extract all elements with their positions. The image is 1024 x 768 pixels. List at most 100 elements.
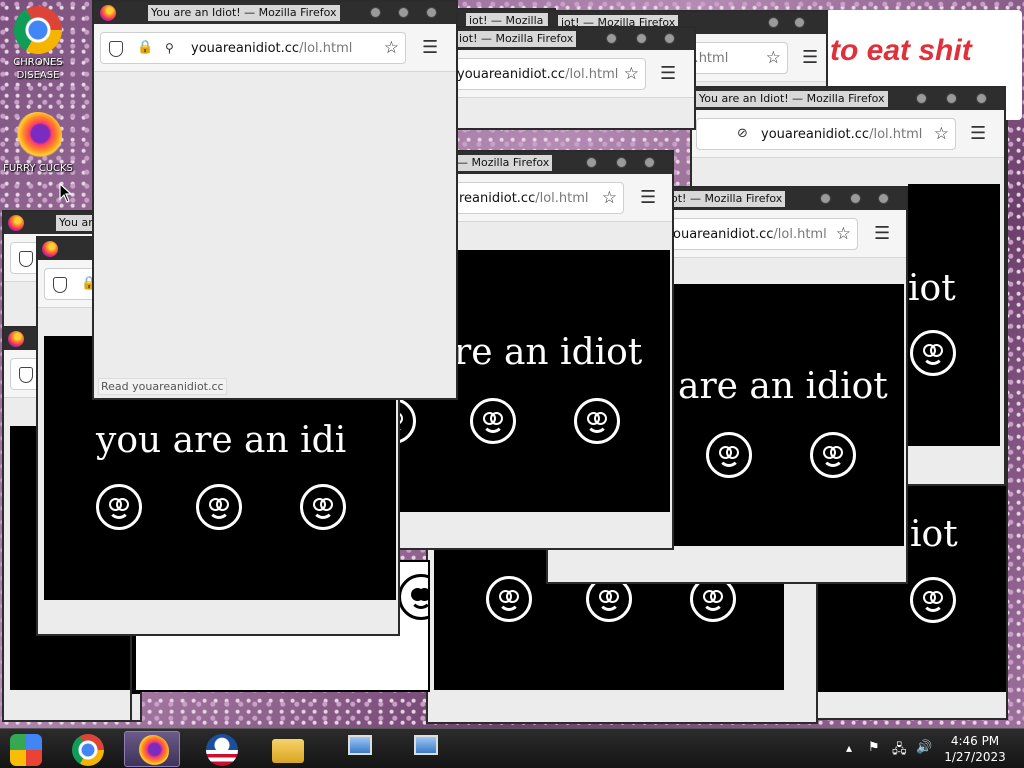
shield-icon[interactable]: [19, 251, 33, 267]
taskbar-start-button[interactable]: [0, 731, 56, 767]
maximize-button[interactable]: [794, 17, 805, 28]
tray-overflow-chevron-icon[interactable]: ▴: [846, 741, 852, 768]
taskbar-app-obama[interactable]: [194, 731, 250, 767]
hamburger-menu-icon[interactable]: ☰: [422, 37, 438, 58]
bookmark-star-icon[interactable]: ☆: [384, 38, 399, 58]
close-button[interactable]: [878, 193, 889, 204]
clock-date: 1/27/2023: [944, 750, 1006, 764]
taskbar-network-setup[interactable]: [330, 731, 386, 767]
volume-icon[interactable]: 🔊: [916, 740, 932, 768]
maximize-button[interactable]: [616, 157, 627, 168]
hamburger-menu-icon[interactable]: ☰: [874, 223, 890, 244]
smiley-icon: [470, 398, 516, 444]
smiley-icon: [96, 484, 142, 530]
close-button[interactable]: [664, 33, 675, 44]
network-icon[interactable]: 🖧: [892, 740, 907, 768]
tracking-protection-icon[interactable]: ⊘: [737, 126, 753, 142]
hamburger-menu-icon[interactable]: ☰: [640, 187, 656, 208]
bookmark-star-icon[interactable]: ☆: [766, 48, 781, 68]
taskbar-firefox[interactable]: [124, 731, 180, 767]
desktop: CHRONES DISEASE FURRY CUCKS to eat shit …: [0, 0, 1024, 728]
page-message: re an idiot: [454, 332, 643, 373]
network-setup-icon: [348, 735, 372, 755]
close-button[interactable]: [426, 7, 437, 18]
minimize-button[interactable]: [820, 193, 831, 204]
clock[interactable]: 4:46 PM 1/27/2023: [940, 733, 1010, 765]
minimize-button[interactable]: [916, 93, 927, 104]
chrome-os-icon: [10, 734, 42, 766]
url-path: /lol.html: [535, 191, 589, 206]
desktop-icon-chrome[interactable]: CHRONES DISEASE: [0, 6, 76, 82]
window-title: You ar: [56, 215, 96, 231]
url-host: youareanidiot.cc: [761, 127, 870, 142]
smiley-icon: [398, 574, 428, 620]
maximize-button[interactable]: [398, 7, 409, 18]
bookmark-star-icon[interactable]: ☆: [624, 64, 639, 84]
url-path: /lol.html: [773, 227, 827, 242]
desktop-icon-firefox[interactable]: FURRY CUCKS: [0, 112, 76, 175]
window-title: — Mozilla Firefox: [454, 155, 553, 171]
obama-logo-icon: [206, 734, 238, 766]
taskbar-chrome[interactable]: [60, 731, 116, 767]
page-message: are an idiot: [678, 366, 888, 407]
mouse-cursor-icon: [59, 183, 73, 203]
url-host: youareanidiot.cc: [457, 67, 566, 82]
clock-time: 4:46 PM: [950, 734, 1000, 748]
firefox-icon: [137, 735, 169, 767]
action-center-flag-icon[interactable]: ⚑: [868, 740, 880, 768]
bookmark-star-icon[interactable]: ☆: [836, 224, 851, 244]
shield-icon[interactable]: [53, 277, 67, 293]
chrome-icon: [14, 6, 62, 54]
hamburger-menu-icon[interactable]: ☰: [660, 63, 676, 84]
maximize-button[interactable]: [946, 93, 957, 104]
maximize-button[interactable]: [636, 33, 647, 44]
close-button[interactable]: [976, 93, 987, 104]
network-setup-icon: [414, 735, 438, 755]
bookmark-star-icon[interactable]: ☆: [602, 188, 617, 208]
file-explorer-icon: [272, 739, 304, 763]
firefox-icon: [42, 241, 58, 257]
smiley-icon: [196, 484, 242, 530]
page-message: you are an idi: [96, 420, 347, 461]
smiley-icon: [300, 484, 346, 530]
minimize-button[interactable]: [586, 157, 597, 168]
status-bar: Read youareanidiot.cc: [98, 378, 227, 395]
page-content: Read youareanidiot.cc: [94, 72, 456, 398]
window-title: You are an Idiot! — Mozilla Firefox: [696, 91, 888, 107]
minimize-button[interactable]: [768, 17, 779, 28]
browser-window[interactable]: iot! — Mozilla Firefox youareanidiot.cc/…: [430, 26, 696, 130]
window-title: ot! — Mozilla Firefox: [668, 191, 786, 207]
desktop-icon-label: FURRY CUCKS: [3, 163, 73, 174]
shield-icon[interactable]: [109, 41, 123, 57]
taskbar-network-setup[interactable]: [396, 731, 452, 767]
firefox-icon: [14, 112, 62, 160]
url-host: reanidiot.cc: [459, 191, 536, 206]
taskbar-file-explorer[interactable]: [260, 731, 316, 767]
minimize-button[interactable]: [606, 33, 617, 44]
bookmark-star-icon[interactable]: ☆: [934, 124, 949, 144]
firefox-icon: [8, 331, 24, 347]
smiley-icon: [706, 432, 752, 478]
shield-icon[interactable]: [19, 367, 33, 383]
minimize-button[interactable]: [370, 7, 381, 18]
permissions-icon[interactable]: 🔒: [137, 40, 153, 56]
window-title: iot! — Mozilla Firefox: [456, 31, 577, 47]
window-title: You are an Idiot! — Mozilla Firefox: [148, 5, 340, 21]
close-button[interactable]: [644, 157, 655, 168]
page-message: iot: [908, 268, 956, 309]
browser-window-front[interactable]: You are an Idiot! — Mozilla Firefox 🔒 ⚲ …: [92, 0, 458, 400]
smiley-icon: [574, 398, 620, 444]
url-host: youareanidiot.cc: [191, 41, 300, 56]
firefox-icon: [100, 5, 116, 21]
maximize-button[interactable]: [850, 193, 861, 204]
desktop-icon-label: CHRONES DISEASE: [13, 57, 63, 81]
firefox-icon: [8, 215, 24, 231]
smiley-icon: [486, 576, 532, 622]
hamburger-menu-icon[interactable]: ☰: [802, 47, 818, 68]
billboard-text: to eat shit: [830, 34, 972, 67]
url-path: /lol.html: [869, 127, 923, 142]
hamburger-menu-icon[interactable]: ☰: [970, 123, 986, 144]
smiley-icon: [910, 330, 956, 376]
connection-info-icon[interactable]: ⚲: [165, 41, 174, 55]
smiley-icon: [810, 432, 856, 478]
